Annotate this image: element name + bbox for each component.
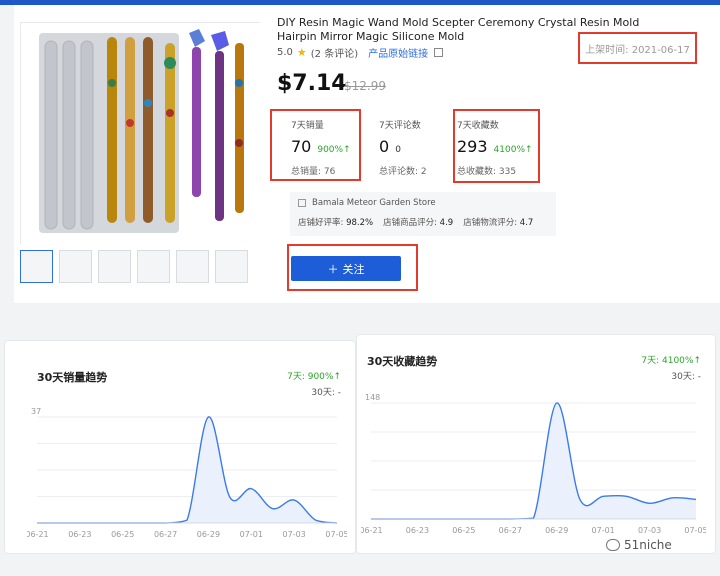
external-link-icon[interactable] [434,48,444,57]
x-tick-label: 07-03 [638,526,661,535]
store-icon [298,199,306,207]
watermark: 51niche [606,538,672,552]
store-logistics-score: 店铺物流评分: 4.7 [463,218,534,228]
stat-sales-value: 70 [291,137,312,156]
x-tick-label: 07-01 [592,526,615,535]
follow-button[interactable]: ＋ 关注 [291,256,401,281]
x-tick-label: 06-23 [68,530,91,539]
stat-reviews-label: 7天评论数 [379,121,421,131]
favorites-chart-kpi-30d: 30天: - [671,372,701,382]
current-price: $7.14 [277,71,347,96]
x-tick-label: 06-25 [452,526,475,535]
store-name[interactable]: Bamala Meteor Garden Store [312,198,436,208]
favorites-chart-title: 30天收藏趋势 [367,355,438,368]
thumbnail-4[interactable] [137,250,170,283]
sales-chart-kpi-7d: 7天: 900%↑ [287,372,341,382]
thumbnail-1[interactable] [20,250,53,283]
y-tick-label: 148 [365,393,380,402]
stat-reviews: 7天评论数 00 总评论数: 2 [379,118,461,177]
main-product-image[interactable] [20,22,261,245]
x-tick-label: 06-21 [27,530,49,539]
star-icon: ★ [296,46,307,59]
rating-row: 5.0 ★ (2 条评论) 产品原始链接 [277,45,444,60]
favorites-trend-chart: 30天收藏趋势 7天: 4100%↑ 30天: - 148 06-21 06-23 0… [356,334,716,554]
favorites-chart-kpi-7d: 7天: 4100%↑ [641,356,701,366]
rating-value: 5.0 [277,47,293,58]
thumbnail-2[interactable] [59,250,92,283]
listed-date: 上架时间: 2021-06-17 [578,32,697,64]
x-tick-label: 07-05 [684,526,706,535]
sales-chart-title: 30天销量趋势 [37,371,108,384]
x-tick-label: 07-01 [240,530,263,539]
sales-chart-plot: 37 06-21 06-23 06-25 06-27 06-29 07-01 07-03 07-… [27,407,347,539]
thumbnail-3[interactable] [98,250,131,283]
store-positive-rate: 店铺好评率: 98.2% [298,218,374,228]
plus-icon: ＋ [327,262,339,276]
stat-sales-label: 7天销量 [291,121,324,131]
product-image-illustration [21,23,261,245]
stat-sales: 7天销量 70 900%↑ 总销量: 76 [291,118,373,177]
store-product-score: 店铺商品评分: 4.9 [383,218,454,228]
stat-favorites-value: 293 [457,137,488,156]
stat-favorites-total: 总收藏数: 335 [457,167,517,177]
stat-sales-total: 总销量: 76 [291,167,336,177]
store-info: Bamala Meteor Garden Store 店铺好评率: 98.2% … [290,192,556,236]
x-tick-label: 07-05 [325,530,347,539]
favorites-chart-plot: 148 06-21 06-23 06-25 06-27 06-29 07-01 07-03 07… [361,393,706,535]
stat-favorites-label: 7天收藏数 [457,121,499,131]
stat-reviews-total: 总评论数: 2 [379,167,427,177]
follow-button-label: 关注 [342,262,365,276]
stat-favorites: 7天收藏数 293 4100%↑ 总收藏数: 335 [457,118,539,177]
x-tick-label: 06-21 [361,526,383,535]
original-price: $12.99 [344,79,386,93]
x-tick-label: 06-23 [406,526,429,535]
stat-sales-change: 900%↑ [317,145,351,155]
x-tick-label: 06-29 [197,530,220,539]
sales-trend-chart: 30天销量趋势 7天: 900%↑ 30天: - 37 06-21 06-23 06-… [4,340,356,554]
sales-chart-kpi-30d: 30天: - [311,388,341,398]
x-tick-label: 06-25 [111,530,134,539]
stat-favorites-change: 4100%↑ [493,145,533,155]
thumbnail-5[interactable] [176,250,209,283]
wechat-icon [606,539,620,551]
x-tick-label: 06-27 [154,530,177,539]
stat-reviews-change: 0 [395,145,401,155]
x-tick-label: 06-29 [545,526,568,535]
x-tick-label: 06-27 [499,526,522,535]
thumbnail-strip [20,250,248,283]
review-count: (2 条评论) [310,49,359,60]
source-link[interactable]: 产品原始链接 [368,45,428,60]
x-tick-label: 07-03 [283,530,306,539]
y-tick-label: 37 [31,407,41,416]
stat-reviews-value: 0 [379,137,390,156]
thumbnail-6[interactable] [215,250,248,283]
